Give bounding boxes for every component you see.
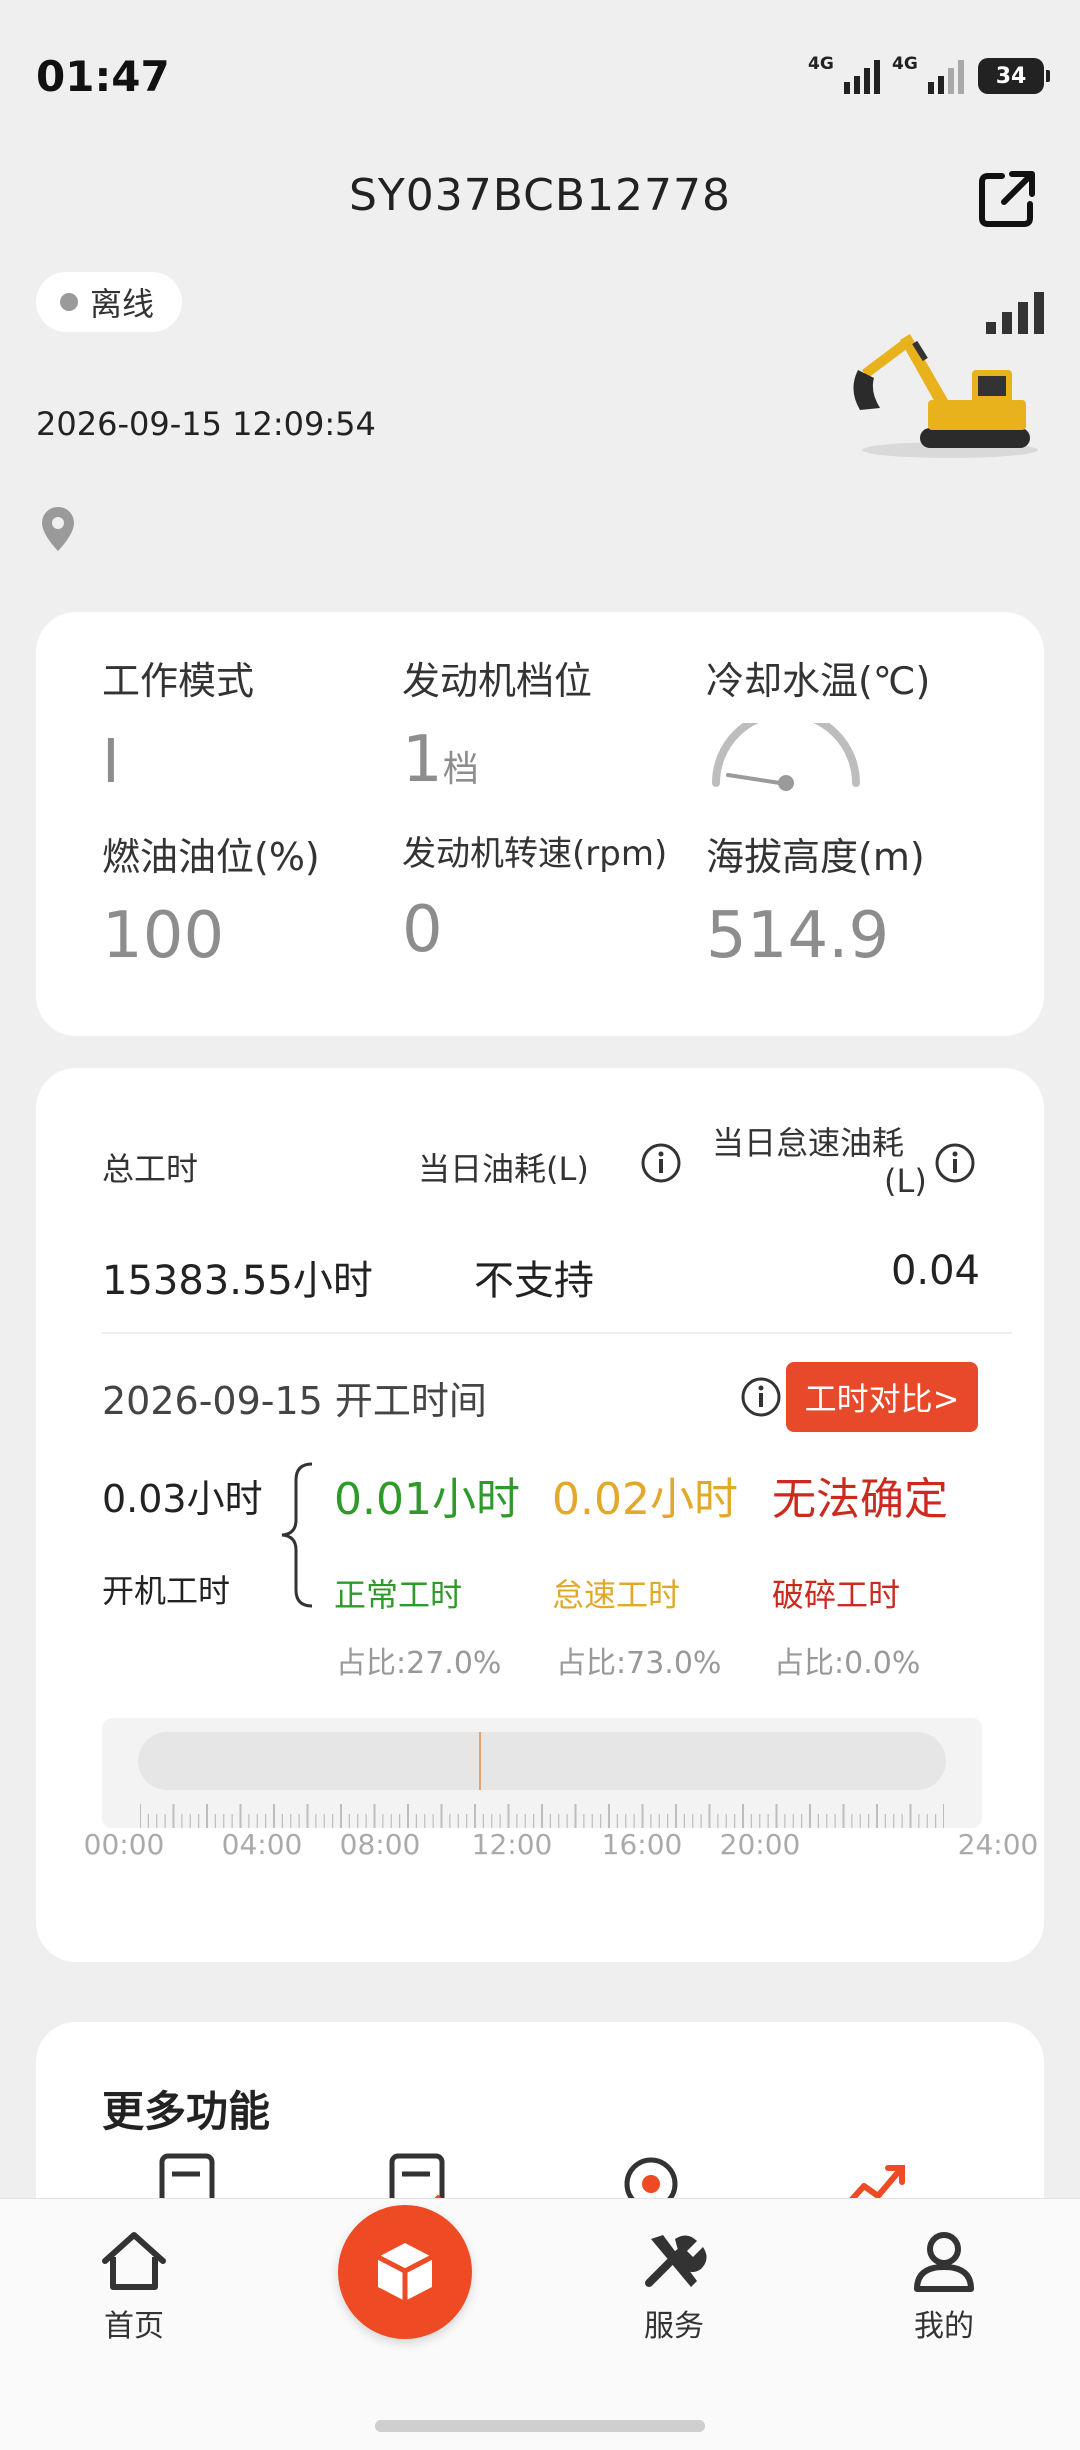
status-badge: 离线 (36, 272, 183, 332)
excavator-image (853, 334, 1038, 458)
location-pin-icon (42, 507, 74, 551)
total-hours-value: 15383.55小时 (102, 1258, 373, 1304)
daily-fuel-label: 当日油耗(L) (418, 1150, 589, 1188)
normal-hours-ratio: 占比:27.0% (336, 1646, 502, 1681)
last-update-time: 2026-09-15 12:09:54 (36, 405, 376, 443)
breaking-hours-ratio: 占比:0.0% (774, 1646, 921, 1681)
idle-fuel-unit-label: (L) (884, 1162, 927, 1200)
timeline-marker (479, 1732, 481, 1790)
engine-speed-label: 发动机转速(rpm) (402, 834, 668, 874)
nav-mine[interactable]: 我的 (874, 2229, 1014, 2345)
nav-home[interactable]: 首页 (64, 2229, 204, 2345)
page-title: SY037BCB12778 (348, 170, 732, 221)
coolant-gauge-icon (712, 709, 860, 791)
cube-icon (376, 2243, 434, 2301)
machine-metrics-card: 工作模式 I 发动机档位 1档 冷却水温(℃) 燃油油位(%) 100 发动机转… (36, 612, 1044, 1036)
power-on-hours-value: 0.03小时 (102, 1477, 263, 1521)
daily-fuel-info-icon[interactable] (640, 1142, 682, 1184)
power-on-hours-label: 开机工时 (102, 1572, 231, 1610)
battery-icon: 34 (978, 58, 1050, 94)
timeline-axis-label: 20:00 (719, 1828, 801, 1861)
altitude-value: 514.9 (706, 899, 890, 973)
brace-icon (281, 1462, 313, 1608)
nav-home-label: 首页 (104, 2309, 164, 2344)
more-functions-title: 更多功能 (102, 2087, 271, 2136)
status-bar: 01:47 4G 4G 34 (0, 0, 1080, 150)
altitude-metric: 海拔高度(m) 514.9 (706, 826, 925, 973)
fuel-level-metric: 燃油油位(%) 100 (102, 826, 320, 973)
idle-fuel-label: 当日怠速油耗 (712, 1124, 905, 1162)
idle-hours-label: 怠速工时 (552, 1576, 681, 1614)
daily-fuel-value: 不支持 (474, 1258, 594, 1304)
engine-speed-metric: 发动机转速(rpm) 0 (402, 826, 667, 967)
home-indicator (375, 2420, 705, 2432)
altitude-label: 海拔高度(m) (706, 835, 925, 879)
open-time-label: 2026-09-15 开工时间 (102, 1379, 487, 1423)
engine-gear-value-group: 1档 (402, 723, 592, 797)
normal-hours-value: 0.01小时 (334, 1474, 520, 1525)
timeline-axis-label: 08:00 (339, 1828, 421, 1861)
home-icon (102, 2232, 166, 2290)
network-type-label-2: 4G (892, 54, 918, 74)
idle-fuel-info-icon[interactable] (934, 1142, 976, 1184)
timeline-track (138, 1732, 946, 1790)
engine-gear-value: 1 (402, 723, 443, 797)
open-time-info-icon[interactable] (740, 1376, 782, 1418)
bottom-nav: 首页 服务 我的 (0, 2198, 1080, 2450)
nav-center-button[interactable] (338, 2205, 472, 2339)
cellular-signal-icon-2: 4G (892, 54, 964, 94)
idle-fuel-value: 0.04 (890, 1248, 980, 1294)
normal-hours-label: 正常工时 (334, 1576, 463, 1614)
coolant-temp-label: 冷却水温(℃) (706, 659, 931, 703)
total-hours-label: 总工时 (102, 1150, 199, 1188)
coolant-temp-metric: 冷却水温(℃) (706, 650, 930, 797)
idle-hours-ratio: 占比:73.0% (556, 1646, 722, 1681)
work-mode-label: 工作模式 (102, 659, 255, 703)
timeline-axis-label: 12:00 (471, 1828, 553, 1861)
breaking-hours-label: 破碎工时 (772, 1576, 901, 1614)
timeline-axis-label: 00:00 (83, 1828, 165, 1861)
tools-icon (645, 2235, 707, 2287)
divider (102, 1332, 1012, 1334)
nav-service-label: 服务 (644, 2309, 704, 2344)
share-icon[interactable] (976, 168, 1038, 230)
status-icons: 4G 4G 34 (808, 54, 1050, 94)
status-time: 01:47 (36, 52, 170, 101)
idle-hours-value: 0.02小时 (552, 1474, 738, 1525)
status-badge-label: 离线 (90, 285, 155, 323)
nav-mine-label: 我的 (914, 2309, 974, 2344)
hours-compare-button[interactable]: 工时对比> (786, 1362, 978, 1432)
engine-speed-value: 0 (402, 893, 443, 967)
timeline-axis-label: 16:00 (601, 1828, 683, 1861)
timeline-axis-label: 24:00 (957, 1828, 1039, 1861)
timeline-ticks (140, 1804, 944, 1828)
fuel-level-value: 100 (102, 899, 225, 973)
network-type-label: 4G (808, 54, 834, 74)
timeline-axis-label: 04:00 (221, 1828, 303, 1861)
breaking-hours-value: 无法确定 (772, 1474, 948, 1525)
work-mode-metric: 工作模式 I (102, 650, 254, 797)
engine-gear-unit: 档 (442, 749, 479, 790)
offline-dot (60, 293, 78, 311)
timeline-axis: 00:00 04:00 08:00 12:00 16:00 20:00 24:00 (84, 1828, 1039, 1868)
engine-gear-label: 发动机档位 (402, 659, 593, 703)
work-timeline[interactable] (102, 1718, 982, 1828)
engine-gear-metric: 发动机档位 1档 (402, 650, 592, 797)
nav-service[interactable]: 服务 (604, 2229, 744, 2345)
work-mode-value: I (102, 724, 120, 796)
user-icon (914, 2232, 974, 2292)
cellular-signal-icon: 4G (808, 54, 880, 94)
fuel-level-label: 燃油油位(%) (102, 835, 320, 879)
work-hours-card: 总工时 当日油耗(L) 当日怠速油耗 (L) 15383.55小时 不支持 0.… (36, 1068, 1044, 1962)
